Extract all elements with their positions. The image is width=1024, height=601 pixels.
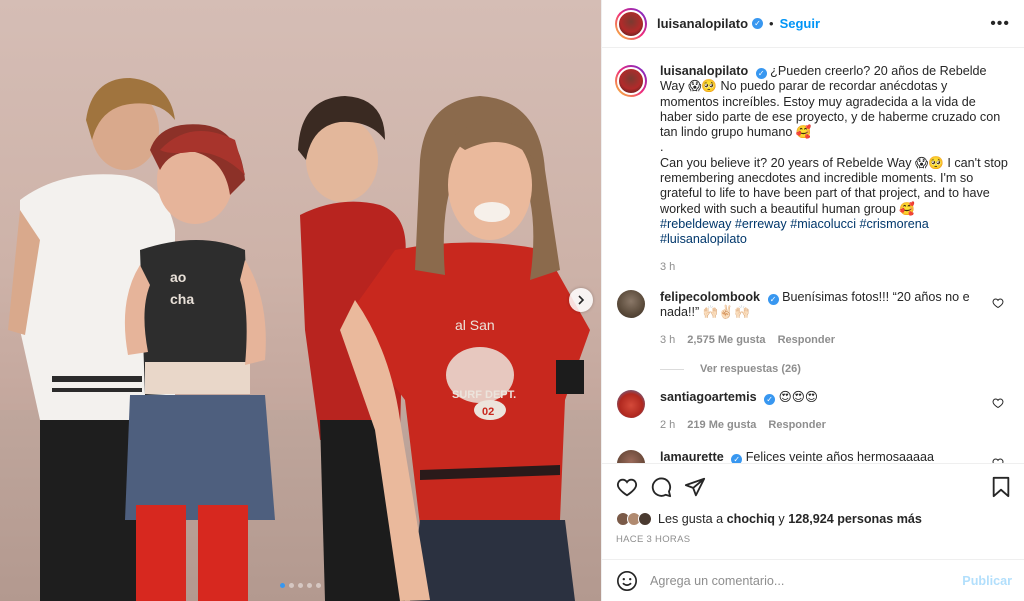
post-actions-bar [602, 463, 1024, 509]
reply-button[interactable]: Responder [768, 418, 825, 434]
carousel-dot [298, 583, 303, 588]
carousel-next-button[interactable] [569, 288, 593, 312]
caption-time: 3 h [660, 260, 676, 273]
comment-bubble-icon [651, 477, 672, 497]
verified-badge-icon: ✓ [752, 18, 764, 29]
liker-avatars [616, 512, 652, 526]
carousel-dot [316, 583, 321, 588]
view-replies-button[interactable]: Ver respuestas (26) [660, 363, 1008, 375]
comment-item: lamaurette ✓ Felices veinte años hermosa… [615, 450, 1008, 463]
post-photo: ao cha al San SURF DEPT. 02 [8, 78, 590, 601]
post-caption: luisanalopilato ✓ ¿Pueden creerlo? 20 añ… [615, 64, 1008, 275]
caption-hashtags[interactable]: #rebeldeway #erreway #miacolucci #crismo… [660, 217, 1008, 248]
verified-badge-icon: ✓ [731, 454, 743, 463]
svg-text:02: 02 [482, 406, 494, 418]
author-avatar[interactable] [615, 65, 647, 97]
follow-button[interactable]: Seguir [780, 16, 820, 31]
commenter-avatar[interactable] [617, 450, 645, 463]
likes-prefix: Les gusta a [658, 512, 724, 526]
emoji-icon[interactable] [616, 570, 638, 592]
caption-separator: . [660, 140, 664, 155]
likes-count[interactable]: 128,924 personas más [788, 512, 922, 526]
svg-text:al San: al San [455, 317, 495, 333]
commenter-avatar[interactable] [617, 390, 645, 419]
svg-text:cha: cha [170, 291, 194, 307]
caption-username[interactable]: luisanalopilato [660, 64, 748, 78]
share-button[interactable] [682, 474, 708, 500]
post-media[interactable]: ao cha al San SURF DEPT. 02 [0, 0, 601, 601]
comment-like-heart-icon[interactable] [992, 397, 1004, 409]
comment-like-heart-icon[interactable] [992, 297, 1004, 309]
caption-text-en: Can you believe it? 20 years of Rebelde … [660, 155, 1008, 216]
liker-avatar [638, 512, 652, 526]
reply-button[interactable]: Responder [778, 333, 835, 349]
verified-badge-icon: ✓ [764, 394, 776, 406]
save-button[interactable] [988, 474, 1014, 500]
like-button[interactable] [614, 474, 640, 500]
carousel-indicator [0, 583, 601, 588]
separator-dot: • [769, 16, 774, 31]
likes-summary[interactable]: Les gusta a chochiq y 128,924 personas m… [602, 509, 1024, 529]
comment-item: santiagoartemis ✓ 😍😍😍 2 h 219 Me gusta R… [615, 390, 1008, 433]
commenter-username[interactable]: santiagoartemis [660, 390, 757, 404]
carousel-dot [307, 583, 312, 588]
comment-likes[interactable]: 2,575 Me gusta [687, 333, 765, 349]
view-replies-label: Ver respuestas (26) [700, 363, 801, 376]
comment-input[interactable] [650, 573, 963, 588]
bookmark-icon [992, 476, 1010, 497]
instagram-post-view: ao cha al San SURF DEPT. 02 luisanalopil… [0, 0, 1024, 601]
likes-middle: y [778, 512, 785, 526]
commenter-avatar[interactable] [617, 289, 645, 318]
chevron-right-icon [578, 295, 585, 305]
svg-text:SURF DEPT.: SURF DEPT. [452, 389, 516, 401]
svg-text:ao: ao [170, 269, 186, 285]
post-details-panel: luisanalopilato ✓ • Seguir ••• luisanalo… [601, 0, 1024, 601]
comment-time: 3 h [660, 333, 676, 346]
add-comment-bar: Publicar [602, 559, 1024, 601]
author-username[interactable]: luisanalopilato [657, 16, 748, 31]
post-header: luisanalopilato ✓ • Seguir ••• [602, 0, 1024, 48]
comment-time: 2 h [660, 418, 676, 431]
carousel-dot [289, 583, 294, 588]
posted-time: HACE 3 HORAS [616, 534, 691, 545]
paper-plane-icon [684, 477, 706, 496]
carousel-dot [280, 583, 285, 588]
commenter-username[interactable]: felipecolombook [660, 290, 760, 304]
author-avatar[interactable] [615, 7, 647, 40]
comment-button[interactable] [648, 474, 674, 500]
comment-item: felipecolombook ✓ Buenísimas fotos!!! “2… [615, 289, 1008, 349]
likes-user[interactable]: chochiq [727, 512, 775, 526]
comments-list[interactable]: luisanalopilato ✓ ¿Pueden creerlo? 20 añ… [602, 48, 1024, 463]
heart-icon [616, 478, 638, 496]
comment-likes[interactable]: 219 Me gusta [687, 418, 756, 434]
verified-badge-icon: ✓ [755, 68, 767, 79]
comment-text: 😍😍😍 [778, 390, 818, 405]
more-options-icon[interactable]: ••• [990, 15, 1010, 33]
publish-button[interactable]: Publicar [962, 574, 1012, 588]
verified-badge-icon: ✓ [767, 293, 779, 305]
commenter-username[interactable]: lamaurette [660, 450, 724, 463]
replies-line [660, 368, 684, 370]
comment-text: Felices veinte años hermosaaaaa [745, 450, 935, 463]
comment-like-heart-icon[interactable] [992, 457, 1004, 463]
